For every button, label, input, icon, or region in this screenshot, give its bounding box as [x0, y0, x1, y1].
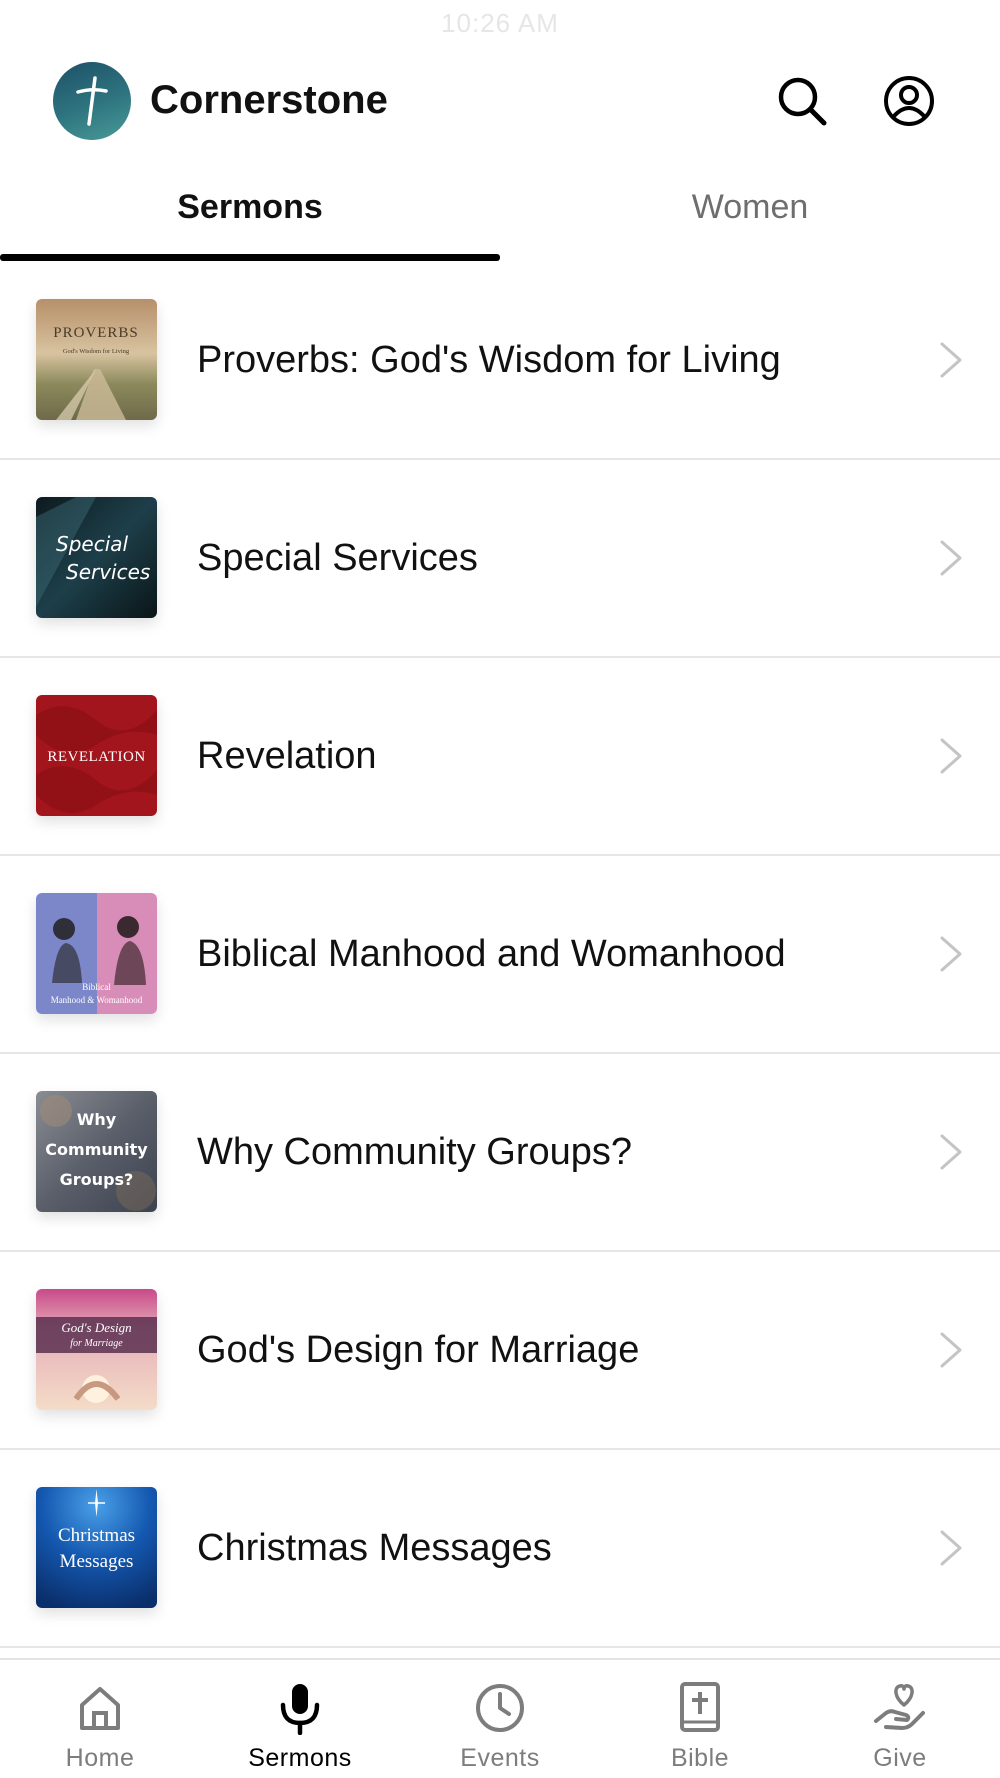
tabbar-item-events[interactable]: Events: [400, 1660, 600, 1778]
search-button[interactable]: [771, 70, 833, 132]
list-item[interactable]: PROVERBS God's Wisdom for Living Proverb…: [0, 262, 1000, 460]
thumb-subtitle: for Marriage: [70, 1338, 123, 1349]
tabbar-label: Sermons: [248, 1744, 352, 1772]
series-title: Proverbs: God's Wisdom for Living: [197, 339, 781, 381]
microphone-icon: [280, 1684, 320, 1735]
tabbar-item-give[interactable]: Give: [800, 1660, 1000, 1778]
clock-icon: [476, 1684, 524, 1732]
thumb-subtitle-2: Groups?: [60, 1170, 134, 1189]
content-tabs: Sermons Women: [0, 170, 1000, 262]
thumb-subtitle: Messages: [60, 1551, 134, 1572]
list-item[interactable]: Christmas Messages Christmas Messages: [0, 1450, 1000, 1648]
chevron-right-icon: [940, 342, 962, 378]
series-title: God's Design for Marriage: [197, 1329, 640, 1371]
active-tab-indicator: [0, 254, 500, 261]
thumb-subtitle: God's Wisdom for Living: [63, 348, 130, 355]
bible-icon: [680, 1682, 720, 1732]
series-thumbnail: God's Design for Marriage: [36, 1289, 157, 1410]
thumb-subtitle: Community: [45, 1140, 148, 1159]
tabbar-label: Bible: [670, 1744, 730, 1772]
thumb-title: Biblical: [82, 982, 111, 992]
chevron-right-icon: [940, 738, 962, 774]
thumb-subtitle: Manhood & Womanhood: [51, 995, 143, 1005]
status-bar-time: 10:26 AM: [441, 8, 559, 38]
series-thumbnail: Christmas Messages: [36, 1487, 157, 1608]
tabbar-item-sermons[interactable]: Sermons: [200, 1660, 400, 1778]
list-item[interactable]: God's Design for Marriage God's Design f…: [0, 1252, 1000, 1450]
series-title: Revelation: [197, 735, 377, 777]
series-thumbnail: REVELATION: [36, 695, 157, 816]
series-title: Why Community Groups?: [197, 1131, 633, 1173]
chevron-right-icon: [940, 1530, 962, 1566]
give-heart-hand-icon: [874, 1684, 925, 1730]
cross-icon: [76, 76, 108, 126]
tabbar-label: Give: [873, 1744, 927, 1772]
tab-women[interactable]: Women: [500, 170, 1000, 250]
series-thumbnail: Biblical Manhood & Womanhood: [36, 893, 157, 1014]
list-item[interactable]: REVELATION Revelation: [0, 658, 1000, 856]
list-item[interactable]: Special Services Special Services: [0, 460, 1000, 658]
chevron-right-icon: [940, 1134, 962, 1170]
list-item[interactable]: Why Community Groups? Why Community Grou…: [0, 1054, 1000, 1252]
home-icon: [80, 1687, 120, 1730]
series-title: Special Services: [197, 537, 478, 579]
sermon-series-list: PROVERBS God's Wisdom for Living Proverb…: [0, 262, 1000, 1648]
chevron-right-icon: [940, 540, 962, 576]
series-thumbnail: PROVERBS God's Wisdom for Living: [36, 299, 157, 420]
bottom-tab-bar: Home Sermons Events Bible Give: [0, 1658, 1000, 1778]
app-header: Cornerstone: [0, 62, 1000, 140]
search-icon: [778, 77, 827, 126]
tabbar-label: Home: [65, 1744, 135, 1772]
series-title: Christmas Messages: [197, 1527, 552, 1569]
series-thumbnail: Special Services: [36, 497, 157, 618]
chevron-right-icon: [940, 936, 962, 972]
thumb-subtitle: Services: [66, 560, 150, 584]
thumb-title: Christmas: [58, 1525, 135, 1546]
church-logo: [53, 62, 131, 140]
thumb-title: PROVERBS: [53, 325, 139, 341]
thumb-title: Why: [77, 1110, 117, 1129]
series-title: Biblical Manhood and Womanhood: [197, 933, 786, 975]
tabbar-item-home[interactable]: Home: [0, 1660, 200, 1778]
tabbar-label: Events: [460, 1744, 540, 1772]
app-title: Cornerstone: [150, 78, 388, 122]
thumb-title: REVELATION: [47, 749, 145, 765]
thumb-title: Special: [56, 532, 129, 556]
profile-button[interactable]: [878, 70, 940, 132]
user-circle-icon: [884, 76, 934, 126]
thumb-title: God's Design: [61, 1320, 131, 1335]
tab-sermons[interactable]: Sermons: [0, 170, 500, 250]
tabbar-item-bible[interactable]: Bible: [600, 1660, 800, 1778]
chevron-right-icon: [940, 1332, 962, 1368]
list-item[interactable]: Biblical Manhood & Womanhood Biblical Ma…: [0, 856, 1000, 1054]
series-thumbnail: Why Community Groups?: [36, 1091, 157, 1212]
